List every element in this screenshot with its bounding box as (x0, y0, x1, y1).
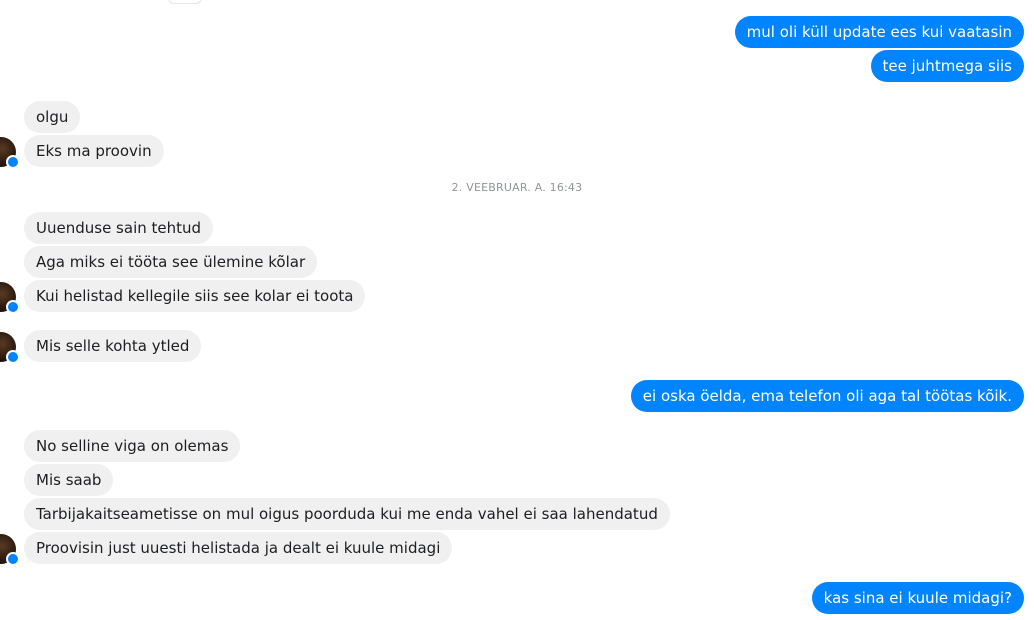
incoming-message[interactable]: No selline viga on olemas (24, 430, 241, 462)
messenger-badge-icon (6, 300, 20, 314)
incoming-message[interactable]: Uuenduse sain tehtud (24, 212, 214, 244)
incoming-message[interactable]: Tarbijakaitseametisse on mul oigus poord… (24, 498, 670, 530)
incoming-message[interactable]: Mis selle kohta ytled (24, 330, 202, 362)
incoming-message[interactable]: Mis saab (24, 464, 114, 496)
timestamp-divider: 2. VEEBRUAR. A. 16:43 (451, 181, 583, 194)
outgoing-message[interactable]: kas sina ei kuule midagi? (811, 582, 1024, 614)
incoming-message[interactable]: Aga miks ei tööta see ülemine kõlar (24, 246, 318, 278)
previous-message-edge (168, 0, 202, 4)
messenger-badge-icon (6, 155, 20, 169)
outgoing-message[interactable]: mul oli küll update ees kui vaatasin (734, 16, 1024, 48)
incoming-message[interactable]: olgu (24, 101, 81, 133)
incoming-message[interactable]: Proovisin just uuesti helistada ja dealt… (24, 532, 453, 564)
messenger-badge-icon (6, 552, 20, 566)
outgoing-message[interactable]: tee juhtmega siis (870, 50, 1024, 82)
outgoing-message[interactable]: ei oska öelda, ema telefon oli aga tal t… (630, 380, 1024, 412)
messenger-badge-icon (6, 350, 20, 364)
message-thread: mul oli küll update ees kui vaatasin tee… (0, 0, 1034, 620)
incoming-message[interactable]: Eks ma proovin (24, 135, 164, 167)
incoming-message[interactable]: Kui helistad kellegile siis see kolar ei… (24, 280, 366, 312)
